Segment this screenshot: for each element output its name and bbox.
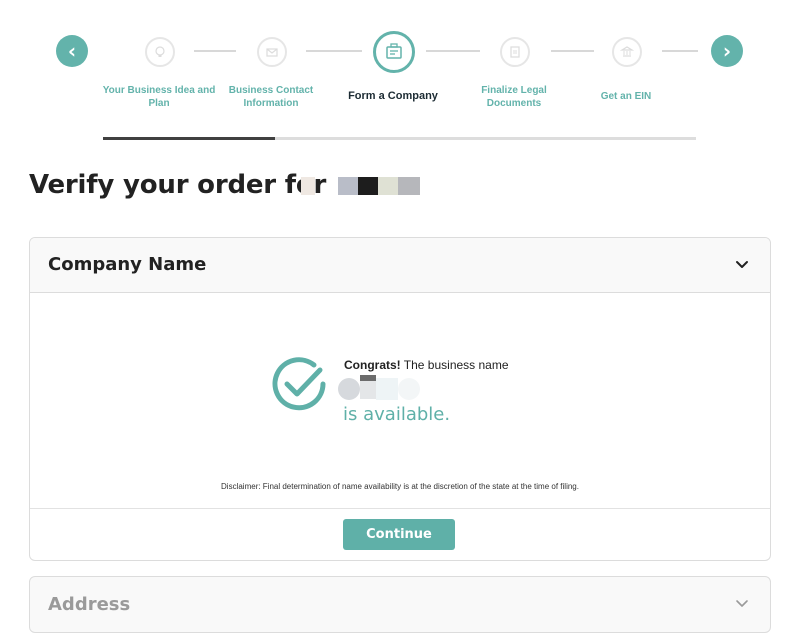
step-connector bbox=[551, 50, 594, 52]
congrats-bold: Congrats! bbox=[344, 358, 401, 372]
company-name-card-header[interactable]: Company Name bbox=[30, 238, 770, 293]
step-3-briefcase-form-icon[interactable] bbox=[373, 31, 415, 73]
next-step-button[interactable]: › bbox=[711, 35, 743, 67]
company-name-card: Company Name Congrats! The business name… bbox=[29, 237, 771, 561]
chevron-down-icon[interactable] bbox=[734, 256, 750, 272]
congrats-message: Congrats! The business name bbox=[344, 358, 509, 372]
availability-status: is available. bbox=[343, 404, 451, 425]
step-2-envelope-icon[interactable] bbox=[257, 37, 287, 67]
step-connector bbox=[426, 50, 480, 52]
progress-bar-fill bbox=[103, 137, 275, 140]
step-4-label[interactable]: Finalize Legal Documents bbox=[454, 84, 574, 110]
step-2-label[interactable]: Business Contact Information bbox=[211, 84, 331, 110]
address-card[interactable]: Address bbox=[29, 576, 771, 633]
step-1-label[interactable]: Your Business Idea and Plan bbox=[99, 84, 219, 110]
page-title: Verify your order for bbox=[29, 170, 327, 200]
chevron-down-icon[interactable] bbox=[734, 595, 750, 611]
step-4-document-icon[interactable] bbox=[500, 37, 530, 67]
step-connector bbox=[306, 50, 362, 52]
divider bbox=[30, 508, 770, 509]
congrats-text: The business name bbox=[400, 358, 509, 372]
step-connector bbox=[194, 50, 236, 52]
company-name-card-title: Company Name bbox=[48, 254, 207, 275]
step-3-label[interactable]: Form a Company bbox=[333, 90, 453, 103]
chevron-right-icon: › bbox=[722, 39, 732, 63]
chevron-left-icon: ‹ bbox=[67, 39, 77, 63]
step-5-label[interactable]: Get an EIN bbox=[566, 90, 686, 103]
step-1-lightbulb-icon[interactable] bbox=[145, 37, 175, 67]
progress-bar bbox=[103, 137, 696, 140]
step-5-bank-icon[interactable] bbox=[612, 37, 642, 67]
disclaimer-text: Disclaimer: Final determination of name … bbox=[221, 482, 579, 491]
address-card-title: Address bbox=[48, 594, 131, 615]
progress-stepper: ‹ › Your Business Idea and Plan Business… bbox=[0, 0, 804, 145]
previous-step-button[interactable]: ‹ bbox=[56, 35, 88, 67]
step-connector bbox=[662, 50, 698, 52]
continue-button[interactable]: Continue bbox=[343, 519, 455, 550]
check-circle-icon bbox=[272, 357, 326, 411]
